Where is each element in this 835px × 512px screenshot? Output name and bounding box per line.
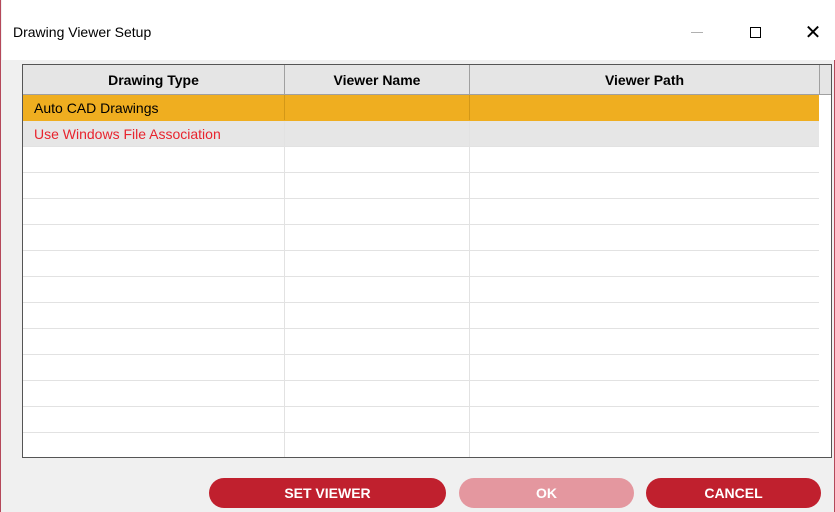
grid-cell-empty[interactable]: [285, 225, 470, 250]
grid-cell-empty[interactable]: [23, 355, 285, 380]
grid-cell-empty[interactable]: [285, 355, 470, 380]
grid-cell-empty[interactable]: [23, 173, 285, 198]
grid-cell-empty[interactable]: [23, 251, 285, 276]
grid-cell-empty[interactable]: [470, 199, 819, 224]
grid-cell-empty[interactable]: [470, 355, 819, 380]
minimize-icon: [691, 31, 703, 33]
grid-cell-empty[interactable]: [285, 329, 470, 354]
grid-row-empty[interactable]: [23, 277, 819, 303]
grid-header: Drawing Type Viewer Name Viewer Path: [23, 65, 831, 95]
cell-viewer-path[interactable]: [470, 121, 819, 146]
grid-cell-empty[interactable]: [23, 225, 285, 250]
grid-cell-empty[interactable]: [470, 407, 819, 432]
grid-row-empty[interactable]: [23, 199, 819, 225]
column-header-filler: [820, 65, 831, 94]
grid-cell-empty[interactable]: [470, 381, 819, 406]
grid-cell-empty[interactable]: [23, 433, 285, 457]
viewer-grid[interactable]: Drawing Type Viewer Name Viewer Path Aut…: [22, 64, 832, 458]
grid-cell-empty[interactable]: [470, 225, 819, 250]
grid-cell-empty[interactable]: [285, 407, 470, 432]
cancel-button[interactable]: CANCEL: [646, 478, 821, 508]
grid-cell-empty[interactable]: [23, 199, 285, 224]
grid-row-empty[interactable]: [23, 303, 819, 329]
grid-cell-empty[interactable]: [23, 381, 285, 406]
grid-cell-empty[interactable]: [285, 147, 470, 172]
grid-cell-empty[interactable]: [470, 277, 819, 302]
grid-row-empty[interactable]: [23, 173, 819, 199]
grid-cell-empty[interactable]: [285, 381, 470, 406]
grid-cell-empty[interactable]: [23, 407, 285, 432]
grid-row-empty[interactable]: [23, 147, 819, 173]
grid-cell-empty[interactable]: [470, 303, 819, 328]
grid-row-empty[interactable]: [23, 381, 819, 407]
grid-cell-empty[interactable]: [23, 303, 285, 328]
grid-cell-empty[interactable]: [285, 199, 470, 224]
grid-row-empty[interactable]: [23, 407, 819, 433]
cell-viewer-name[interactable]: [285, 121, 470, 146]
maximize-button[interactable]: [732, 12, 778, 52]
minimize-button[interactable]: [674, 12, 720, 52]
grid-cell-empty[interactable]: [23, 147, 285, 172]
title-bar[interactable]: Drawing Viewer Setup ✕: [2, 0, 835, 60]
ok-button[interactable]: OK: [459, 478, 634, 508]
grid-row-empty[interactable]: [23, 433, 819, 457]
grid-row-empty[interactable]: [23, 355, 819, 381]
grid-row-empty[interactable]: [23, 225, 819, 251]
set-viewer-button[interactable]: SET VIEWER: [209, 478, 446, 508]
cell-viewer-path[interactable]: [470, 95, 819, 120]
dialog-window: Drawing Viewer Setup ✕ Drawing Type View…: [0, 0, 835, 512]
grid-cell-empty[interactable]: [23, 277, 285, 302]
grid-cell-empty[interactable]: [470, 433, 819, 457]
grid-cell-empty[interactable]: [23, 329, 285, 354]
grid-row-empty[interactable]: [23, 329, 819, 355]
close-icon: ✕: [804, 20, 822, 44]
cell-viewer-name[interactable]: [285, 95, 470, 120]
grid-cell-empty[interactable]: [285, 251, 470, 276]
grid-cell-empty[interactable]: [285, 433, 470, 457]
grid-row[interactable]: Use Windows File Association: [23, 121, 819, 147]
column-header-drawing-type[interactable]: Drawing Type: [23, 65, 285, 94]
window-title: Drawing Viewer Setup: [13, 24, 152, 40]
grid-cell-empty[interactable]: [285, 277, 470, 302]
cell-drawing-type[interactable]: Auto CAD Drawings: [23, 95, 285, 120]
grid-row-empty[interactable]: [23, 251, 819, 277]
grid-cell-empty[interactable]: [470, 329, 819, 354]
grid-cell-empty[interactable]: [285, 173, 470, 198]
grid-row[interactable]: Auto CAD Drawings: [23, 95, 819, 121]
grid-cell-empty[interactable]: [470, 251, 819, 276]
grid-cell-empty[interactable]: [470, 147, 819, 172]
grid-cell-empty[interactable]: [470, 173, 819, 198]
maximize-icon: [749, 26, 761, 38]
close-button[interactable]: ✕: [790, 12, 835, 52]
grid-cell-empty[interactable]: [285, 303, 470, 328]
cell-drawing-type[interactable]: Use Windows File Association: [23, 121, 285, 146]
column-header-viewer-path[interactable]: Viewer Path: [470, 65, 820, 94]
column-header-viewer-name[interactable]: Viewer Name: [285, 65, 470, 94]
